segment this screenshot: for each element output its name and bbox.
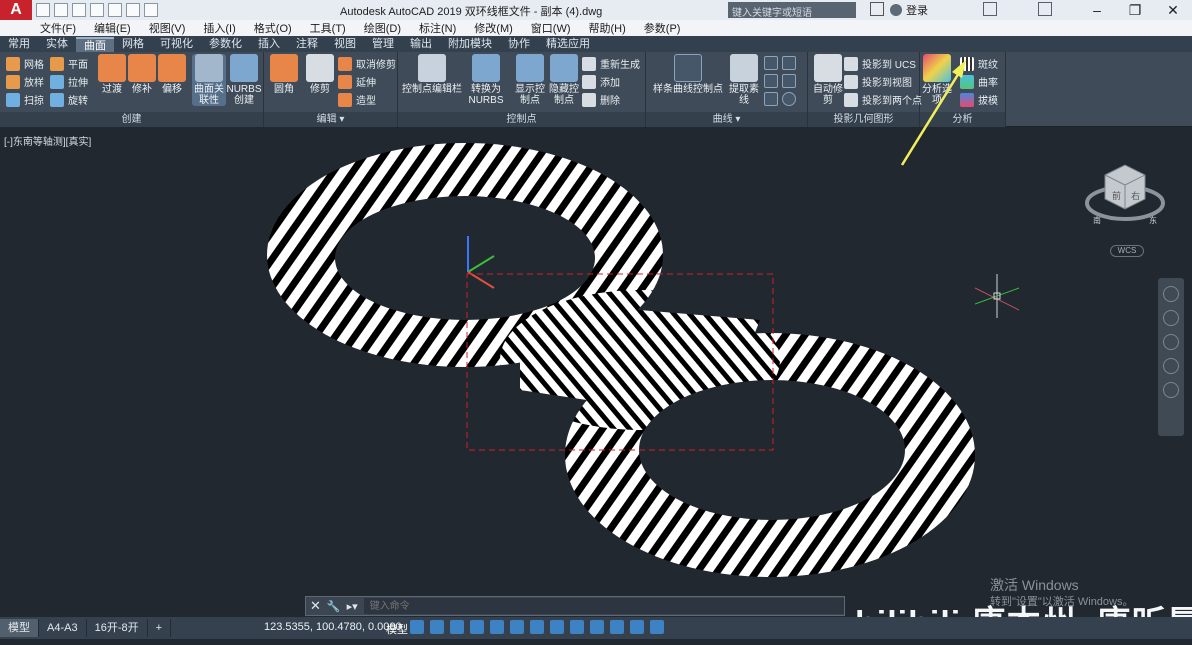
recent-commands-icon[interactable]: ▸▾ <box>347 600 358 613</box>
annotation-scale-icon[interactable] <box>630 620 644 634</box>
showmotion-icon[interactable] <box>1163 382 1179 398</box>
steering-wheel-icon[interactable] <box>1163 286 1179 302</box>
windows-activation-title: 激活 Windows <box>990 577 1079 593</box>
orbit-icon[interactable] <box>1163 358 1179 374</box>
customize-wrench-icon[interactable]: 🔧 <box>327 600 341 613</box>
add-layout-button[interactable]: + <box>148 619 172 637</box>
workspace-icon[interactable] <box>650 620 664 634</box>
viewcube[interactable]: 前 右 南 东 <box>1085 155 1165 235</box>
wcs-menu[interactable]: WCS <box>1110 245 1144 257</box>
lineweight-icon[interactable] <box>530 620 544 634</box>
snap-icon[interactable] <box>430 620 444 634</box>
ortho-icon[interactable] <box>450 620 464 634</box>
command-line: ✕ 🔧 ▸▾ <box>305 596 845 616</box>
layout-tab-16k-8k[interactable]: 16开-8开 <box>87 619 148 637</box>
viewcube-front[interactable]: 前 <box>1112 190 1121 201</box>
zebra-analysis-model <box>260 60 980 585</box>
layout-tab-a4-a3[interactable]: A4-A3 <box>39 619 87 637</box>
command-input[interactable] <box>363 598 844 614</box>
navigation-bar <box>1158 278 1184 436</box>
3d-osnap-icon[interactable] <box>590 620 604 634</box>
viewcube-icon: 前 右 南 东 <box>1085 164 1165 225</box>
viewcube-east[interactable]: 东 <box>1149 215 1157 225</box>
close-command-icon[interactable]: ✕ <box>310 598 321 614</box>
zoom-icon[interactable] <box>1163 334 1179 350</box>
layout-tab-model[interactable]: 模型 <box>0 619 39 637</box>
model-space-toggle[interactable]: 模型 <box>386 621 408 637</box>
annotation-arrowhead <box>952 60 966 78</box>
osnap-icon[interactable] <box>490 620 504 634</box>
grid-icon[interactable] <box>410 620 424 634</box>
crosshair-cursor <box>975 274 1019 318</box>
selection-cycling-icon[interactable] <box>570 620 584 634</box>
pan-icon[interactable] <box>1163 310 1179 326</box>
zebra-surface[interactable] <box>260 140 980 585</box>
coordinate-readout[interactable]: 123.5355, 100.4780, 0.0000 <box>264 621 402 633</box>
viewcube-right[interactable]: 右 <box>1131 190 1140 201</box>
dynamic-ucs-icon[interactable] <box>610 620 624 634</box>
viewcube-south[interactable]: 南 <box>1093 215 1101 225</box>
otrack-icon[interactable] <box>510 620 524 634</box>
polar-icon[interactable] <box>470 620 484 634</box>
status-toggles <box>410 620 664 634</box>
transparency-icon[interactable] <box>550 620 564 634</box>
